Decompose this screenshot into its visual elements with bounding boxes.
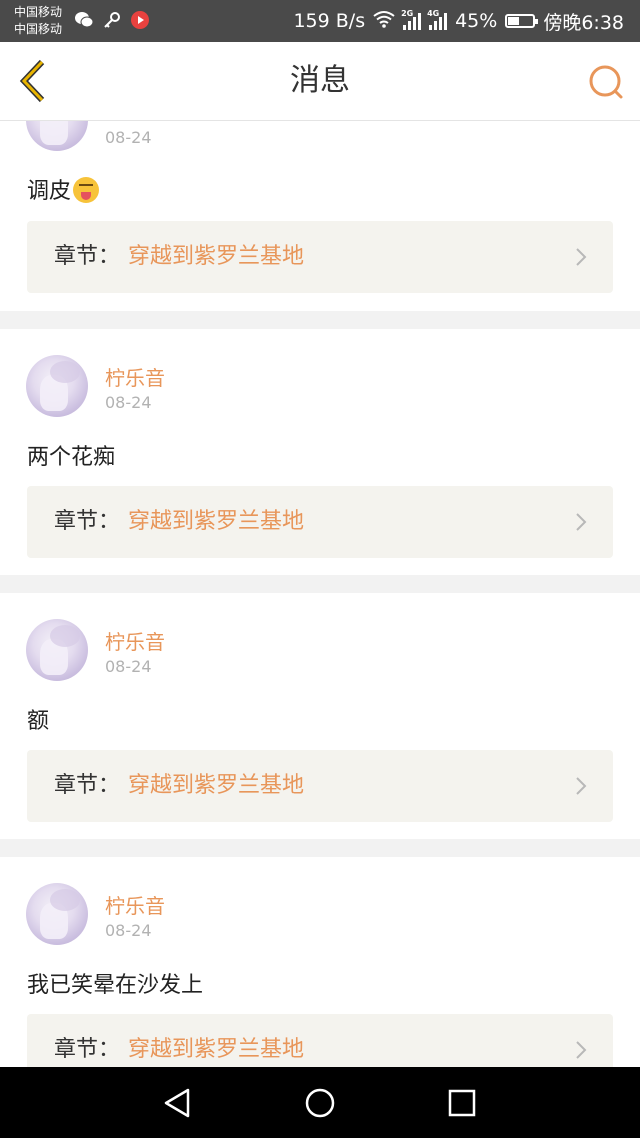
page-title: 消息: [290, 63, 350, 98]
message-text-content: 调皮: [27, 179, 72, 204]
carrier-2: 中国移动: [14, 22, 63, 36]
message-card: 柠乐音 08-24 两个花痴 章节： 穿越到紫罗兰基地: [0, 329, 640, 575]
avatar[interactable]: [26, 121, 88, 151]
key-icon: [102, 10, 122, 30]
message-text: 调皮: [27, 173, 100, 205]
carrier-labels: 中国移动 中国移动: [14, 4, 62, 38]
message-text: 两个花痴: [27, 445, 116, 470]
avatar[interactable]: [26, 355, 88, 417]
message-date: 08-24: [105, 128, 152, 147]
chapter-label: 章节：: [54, 509, 121, 534]
chevron-right-icon: [576, 248, 587, 266]
message-date: 08-24: [105, 393, 152, 412]
chapter-link[interactable]: 章节： 穿越到紫罗兰基地: [27, 750, 613, 822]
wechat-icon: [74, 10, 94, 30]
user-name[interactable]: 柠乐音: [105, 626, 165, 655]
message-card: 柠乐音 08-24 我已笑晕在沙发上 章节： 穿越到紫罗兰基地: [0, 857, 640, 1067]
top-app-bar: 消息: [0, 42, 640, 121]
chapter-link[interactable]: 章节： 穿越到紫罗兰基地: [27, 1014, 613, 1067]
status-bar: 中国移动 中国移动 159 B/s 2G 4G 45% 傍晚6:38: [0, 0, 640, 42]
user-name[interactable]: 柠乐音: [105, 890, 165, 919]
notification-icons: [74, 10, 150, 30]
signal-4g-icon: 4G: [427, 9, 448, 30]
chevron-right-icon: [576, 777, 587, 795]
message-date: 08-24: [105, 921, 152, 940]
chapter-label: 章节：: [54, 773, 121, 798]
chapter-link[interactable]: 章节： 穿越到紫罗兰基地: [27, 221, 613, 293]
chapter-title: 穿越到紫罗兰基地: [128, 509, 305, 534]
status-right: 159 B/s 2G 4G 45% 傍晚6:38: [293, 0, 624, 42]
wifi-icon: [373, 10, 395, 33]
message-text: 我已笑晕在沙发上: [27, 973, 204, 998]
chapter-link[interactable]: 章节： 穿越到紫罗兰基地: [27, 486, 613, 558]
chapter-title: 穿越到紫罗兰基地: [128, 244, 305, 269]
chapter-label: 章节：: [54, 244, 121, 269]
battery-percent: 45%: [455, 10, 498, 32]
chevron-right-icon: [576, 1041, 587, 1059]
nav-back-icon[interactable]: [162, 1087, 194, 1119]
chevron-right-icon: [576, 513, 587, 531]
carrier-1: 中国移动: [14, 5, 63, 19]
chapter-title: 穿越到紫罗兰基地: [128, 1037, 305, 1062]
nav-home-icon[interactable]: [304, 1087, 336, 1119]
clock: 傍晚6:38: [543, 11, 624, 34]
avatar[interactable]: [26, 619, 88, 681]
avatar[interactable]: [26, 883, 88, 945]
search-icon: [589, 65, 623, 99]
message-card: 08-24 调皮 章节： 穿越到紫罗兰基地: [0, 121, 640, 311]
user-name[interactable]: 柠乐音: [105, 362, 165, 391]
tongue-face-emoji-icon: [73, 177, 100, 203]
search-button[interactable]: [586, 62, 626, 102]
video-app-icon: [130, 10, 150, 30]
battery-icon: [505, 14, 539, 28]
message-list[interactable]: 08-24 调皮 章节： 穿越到紫罗兰基地 柠乐音 08-24 两个花痴 章节：…: [0, 121, 640, 1067]
signal-2g-icon: 2G: [401, 9, 422, 30]
chapter-label: 章节：: [54, 1037, 121, 1062]
message-date: 08-24: [105, 657, 152, 676]
message-card: 柠乐音 08-24 额 章节： 穿越到紫罗兰基地: [0, 593, 640, 839]
nav-recents-icon[interactable]: [446, 1087, 478, 1119]
chapter-title: 穿越到紫罗兰基地: [128, 773, 305, 798]
message-text: 额: [27, 709, 50, 734]
net-speed: 159 B/s: [293, 10, 366, 32]
system-nav-bar: [0, 1067, 640, 1138]
